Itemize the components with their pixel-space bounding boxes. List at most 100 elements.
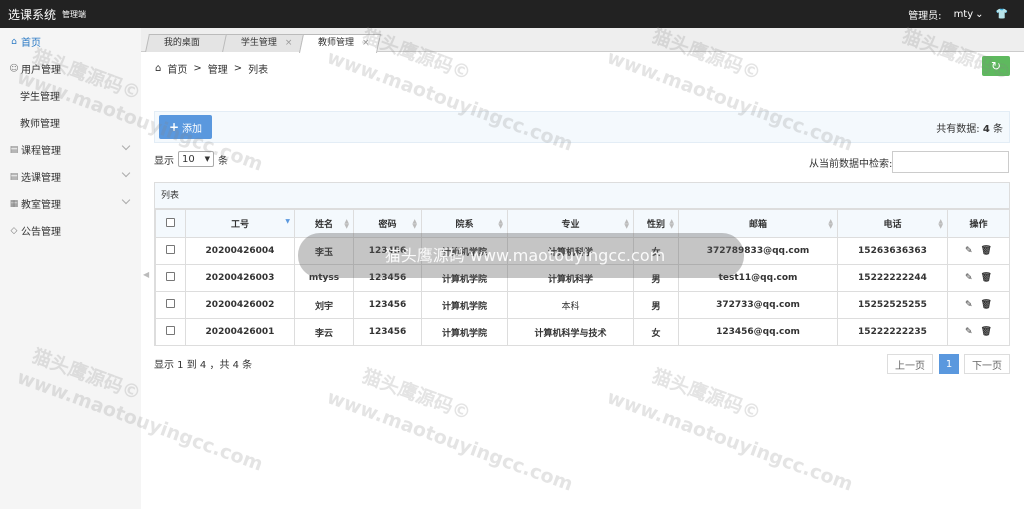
list-icon: ▤ xyxy=(9,171,19,182)
row-checkbox[interactable] xyxy=(155,291,186,319)
breadcrumb-sep: > xyxy=(233,63,243,74)
search-label: 从当前数据中检索: xyxy=(809,158,893,170)
cell-id: 20200426003 xyxy=(185,264,295,292)
cell-actions: ✎ 🗑 xyxy=(947,318,1010,346)
next-page-button[interactable]: 下一页 xyxy=(964,354,1010,374)
sidebar-item-home[interactable]: ⌂ 首页 xyxy=(0,28,141,55)
search-input[interactable] xyxy=(892,151,1010,173)
sidebar-item-students[interactable]: 学生管理 xyxy=(0,82,141,109)
sidebar-item-notices[interactable]: ◇ 公告管理 xyxy=(0,217,141,244)
sidebar-item-label: 选课管理 xyxy=(21,173,61,184)
breadcrumb-sep: > xyxy=(193,63,202,74)
col-label: 密码 xyxy=(378,220,397,230)
trash-icon[interactable]: 🗑 xyxy=(981,273,992,283)
watermark-text: 猫头鹰源码© xyxy=(649,365,764,425)
admin-name: mty xyxy=(953,8,974,20)
add-label: 添加 xyxy=(182,123,203,135)
app-subtitle: 管理端 xyxy=(62,9,87,19)
toast-text: 猫头鹰源码 www.maotouyingcc.com xyxy=(384,246,666,265)
trash-icon[interactable]: 🗑 xyxy=(981,327,992,337)
close-icon[interactable]: × xyxy=(346,35,370,52)
col-label: 性别 xyxy=(646,220,665,230)
app-title: 选课系统 xyxy=(8,7,57,22)
sort-icon: ▲ ▼ xyxy=(828,218,833,230)
sort-icon: ▲ ▼ xyxy=(938,218,943,230)
cell-actions: ✎ 🗑 xyxy=(947,237,1010,265)
sidebar-item-label: 公告管理 xyxy=(21,227,61,238)
sidebar-item-courses[interactable]: ▤ 课程管理 xyxy=(0,136,141,163)
breadcrumb-home[interactable]: 首页 xyxy=(167,61,187,76)
checkbox-icon xyxy=(166,272,175,281)
tab-label: 我的桌面 xyxy=(163,38,200,48)
sort-icon: ▲ ▼ xyxy=(412,218,417,230)
row-checkbox[interactable] xyxy=(155,237,186,265)
toolbar: + 添加 共有数据: 4 条 xyxy=(154,111,1010,143)
col-label: 操作 xyxy=(969,220,988,230)
sort-icon: ▲ ▼ xyxy=(669,218,674,230)
length-prefix: 显示 xyxy=(154,155,174,167)
cell-name: 李云 xyxy=(294,318,354,346)
checkbox-icon xyxy=(166,326,175,335)
sidebar-item-teachers[interactable]: 教师管理 xyxy=(0,109,141,136)
tab-desktop[interactable]: 我的桌面 xyxy=(145,34,229,52)
sidebar-item-selection[interactable]: ▤ 选课管理 xyxy=(0,163,141,190)
col-header-phone[interactable]: 电话 ▲ ▼ xyxy=(837,209,948,238)
cell-id: 20200426002 xyxy=(185,291,295,319)
total-prefix: 共有数据: xyxy=(936,124,980,135)
page-1-button[interactable]: 1 xyxy=(939,354,959,374)
add-button[interactable]: + 添加 xyxy=(159,115,212,139)
total-count: 共有数据: 4 条 xyxy=(936,120,1003,135)
watermark-url: www.maotouyingcc.com xyxy=(604,386,856,496)
edit-icon[interactable]: ✎ xyxy=(965,273,973,283)
home-icon: ⌂ xyxy=(155,63,162,74)
refresh-button[interactable]: ↻ xyxy=(982,56,1010,76)
chevron-down-icon: ⌄ xyxy=(975,8,984,20)
sidebar-item-label: 用户管理 xyxy=(21,65,61,76)
cell-gender: 女 xyxy=(633,318,679,346)
tab-bar: 我的桌面 学生管理 × 教师管理 × xyxy=(141,28,1024,53)
tag-icon: ◇ xyxy=(10,225,18,236)
admin-label: 管理员: xyxy=(908,10,942,22)
edit-icon[interactable]: ✎ xyxy=(965,327,973,337)
panel-title: 列表 xyxy=(155,183,1009,209)
cell-password: 123456 xyxy=(353,291,422,319)
edit-icon[interactable]: ✎ xyxy=(965,246,973,256)
cell-email: 372733@qq.com xyxy=(678,291,838,319)
col-label: 院系 xyxy=(455,220,474,230)
length-suffix: 条 xyxy=(218,155,228,167)
sidebar-item-classrooms[interactable]: ▦ 教室管理 xyxy=(0,190,141,217)
total-number: 4 xyxy=(982,124,990,135)
cell-dept: 计算机学院 xyxy=(421,291,508,319)
page-length-select[interactable]: 10 ▼ xyxy=(178,151,214,167)
cell-id: 20200426004 xyxy=(185,237,295,265)
prev-page-button[interactable]: 上一页 xyxy=(887,354,933,374)
trash-icon[interactable]: 🗑 xyxy=(981,300,992,310)
shirt-icon[interactable]: 👕 xyxy=(996,9,1008,20)
cell-name: 刘宇 xyxy=(294,291,354,319)
sidebar-item-users[interactable]: ☺ 用户管理 xyxy=(0,55,141,82)
col-header-id[interactable]: 工号 ▼ xyxy=(185,209,295,238)
sidebar-collapse-icon[interactable]: ◀ xyxy=(143,270,149,280)
trash-icon[interactable]: 🗑 xyxy=(981,246,992,256)
row-checkbox[interactable] xyxy=(155,264,186,292)
cell-phone: 15263636363 xyxy=(837,237,948,265)
top-right: 管理员: mty ⌄ 👕 xyxy=(908,0,1008,28)
col-header-actions: 操作 xyxy=(947,209,1010,238)
row-checkbox[interactable] xyxy=(155,318,186,346)
book-icon: ▤ xyxy=(9,144,19,155)
user-menu[interactable]: mty ⌄ xyxy=(954,9,984,20)
col-label: 工号 xyxy=(230,220,249,230)
page-length-value: 10 xyxy=(182,153,195,165)
plus-icon: + xyxy=(168,120,180,134)
tab-students[interactable]: 学生管理 × xyxy=(222,34,304,52)
tab-teachers[interactable]: 教师管理 × xyxy=(298,34,382,53)
cell-dept: 计算机学院 xyxy=(421,318,508,346)
cell-phone: 15222222235 xyxy=(837,318,948,346)
checkbox-icon xyxy=(166,245,175,254)
user-icon: ☺ xyxy=(9,63,19,74)
edit-icon[interactable]: ✎ xyxy=(965,300,973,310)
sort-icon: ▲ ▼ xyxy=(344,218,349,230)
close-icon[interactable]: × xyxy=(269,35,293,52)
breadcrumb-level1[interactable]: 管理 xyxy=(208,61,228,76)
select-all-checkbox[interactable] xyxy=(155,209,186,238)
